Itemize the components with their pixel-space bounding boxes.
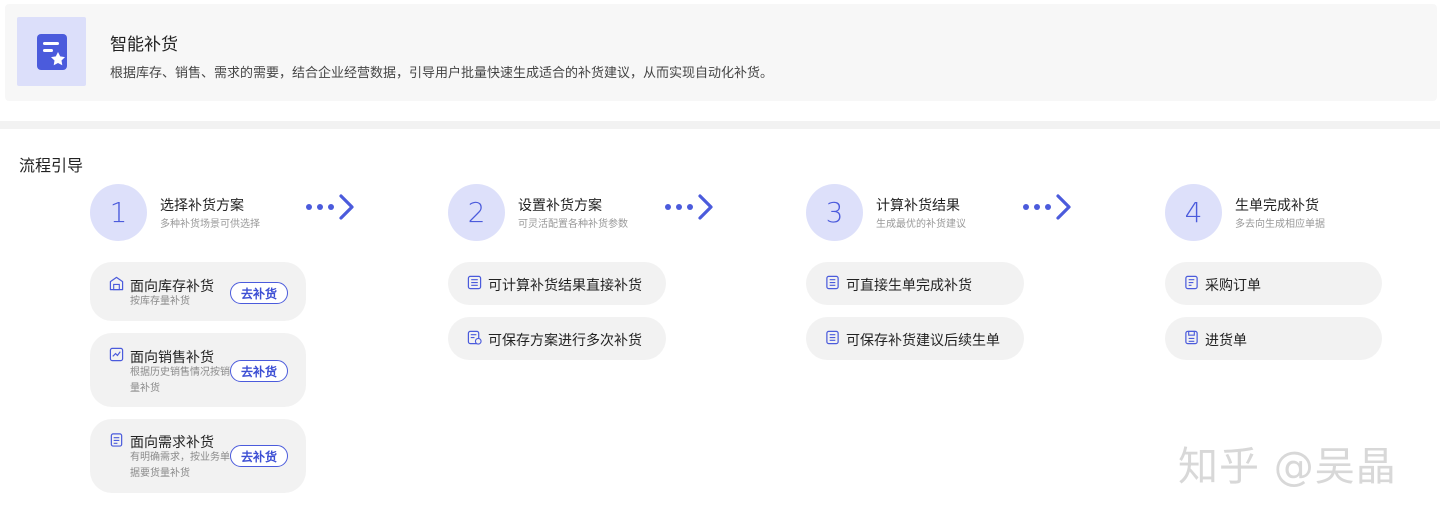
feature-save-suggestion: 可保存补货建议后续生单 (806, 317, 1024, 360)
step-subtitle: 多去向生成相应单据 (1235, 219, 1325, 230)
list-doc-icon (826, 330, 839, 345)
step-number: 4 (1165, 184, 1222, 241)
step-subtitle: 生成最优的补货建议 (876, 219, 966, 230)
feature-label: 可计算补货结果直接补货 (488, 278, 642, 294)
section-divider (0, 121, 1440, 129)
step-subtitle: 多种补货场景可供选择 (160, 219, 260, 230)
calculator-icon (467, 275, 482, 290)
warehouse-icon (109, 276, 124, 291)
flow-arrow-icon (306, 194, 354, 220)
sales-chart-icon (109, 347, 124, 362)
feature-save-plan: 可保存方案进行多次补货 (448, 317, 666, 360)
step-number: 1 (90, 184, 147, 241)
option-description: 按库存量补货 (130, 296, 190, 307)
receipt-icon (1185, 330, 1198, 345)
watermark: 知乎 @吴晶 (1178, 444, 1397, 490)
step-number: 2 (448, 184, 505, 241)
option-description: 有明确需求，按业务单据要货量补货 (130, 452, 230, 479)
feature-label: 可保存补货建议后续生单 (846, 333, 1000, 349)
go-replenish-button[interactable]: 去补货 (230, 445, 288, 467)
list-doc-icon (826, 275, 839, 290)
output-label: 采购订单 (1205, 278, 1261, 294)
feature-calc-direct: 可计算补货结果直接补货 (448, 262, 666, 305)
step-subtitle: 可灵活配置各种补货参数 (518, 219, 628, 230)
feature-direct-order: 可直接生单完成补货 (806, 262, 1024, 305)
section-title: 流程引导 (19, 156, 84, 175)
step-title: 设置补货方案 (518, 198, 602, 214)
go-replenish-button[interactable]: 去补货 (230, 360, 288, 382)
output-receipt: 进货单 (1165, 317, 1382, 360)
feature-label: 可直接生单完成补货 (846, 278, 972, 294)
output-label: 进货单 (1205, 333, 1247, 349)
intro-icon-box (17, 17, 86, 86)
step-title: 计算补货结果 (876, 198, 960, 214)
feature-label: 可保存方案进行多次补货 (488, 333, 642, 349)
save-plan-icon (467, 330, 482, 345)
purchase-order-icon (1185, 275, 1198, 290)
page-title: 智能补货 (110, 35, 178, 55)
option-description: 根据历史销售情况按销量补货 (130, 367, 230, 394)
option-sales-replenish: 面向销售补货 根据历史销售情况按销量补货 去补货 (90, 333, 306, 407)
go-replenish-button[interactable]: 去补货 (230, 282, 288, 304)
step-title: 选择补货方案 (160, 198, 244, 214)
page-description: 根据库存、销售、需求的需要，结合企业经营数据，引导用户批量快速生成适合的补货建议… (110, 66, 774, 81)
option-inventory-replenish: 面向库存补货 按库存量补货 去补货 (90, 262, 306, 321)
option-label: 面向需求补货 (130, 435, 214, 451)
flow-arrow-icon (1023, 194, 1071, 220)
clipboard-icon (110, 433, 123, 447)
option-demand-replenish: 面向需求补货 有明确需求，按业务单据要货量补货 去补货 (90, 419, 306, 493)
flow-arrow-icon (665, 194, 713, 220)
step-title: 生单完成补货 (1235, 198, 1319, 214)
intro-card: 智能补货 根据库存、销售、需求的需要，结合企业经营数据，引导用户批量快速生成适合… (5, 4, 1437, 101)
step-number: 3 (806, 184, 863, 241)
output-purchase-order: 采购订单 (1165, 262, 1382, 305)
option-label: 面向销售补货 (130, 350, 214, 366)
star-document-icon (36, 33, 67, 70)
option-label: 面向库存补货 (130, 279, 214, 295)
